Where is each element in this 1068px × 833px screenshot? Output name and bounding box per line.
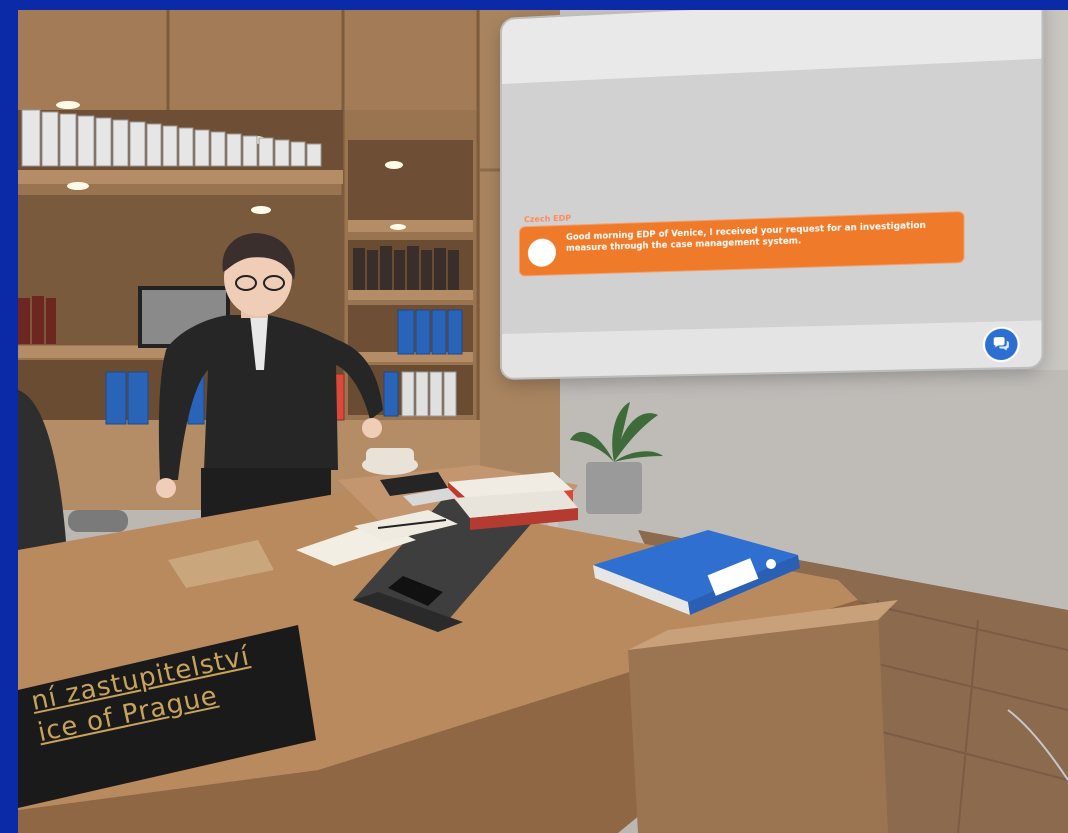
vr-office-scene: ní zastupitelství ice of Prague Czech ED… xyxy=(18,10,1068,833)
frame-border: ní zastupitelství ice of Prague Czech ED… xyxy=(0,0,1068,833)
chat-panel: Czech EDP Good morning EDP of Venice, I … xyxy=(502,10,1042,378)
message-speaker-name: Czech EDP xyxy=(524,214,571,225)
chat-bubbles-icon xyxy=(993,337,1010,352)
speaker-avatar xyxy=(528,238,556,267)
message-text: Good morning EDP of Venice, I received y… xyxy=(566,219,953,254)
chat-message-area[interactable] xyxy=(502,59,1042,334)
